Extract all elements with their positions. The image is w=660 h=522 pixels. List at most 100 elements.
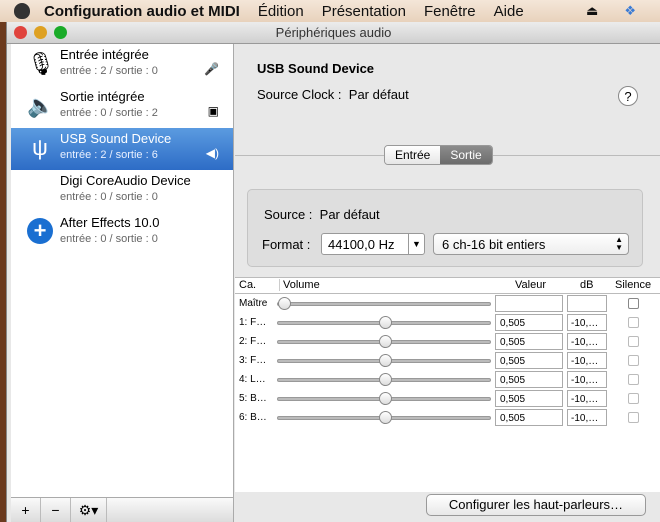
table-row: 1: F… 0,505 -10,… (235, 313, 660, 332)
device-title: USB Sound Device (257, 61, 375, 76)
volume-table: Ca. Volume Valeur dB Silence Maître 1: F… (235, 277, 660, 492)
table-header: Ca. Volume Valeur dB Silence (235, 278, 660, 294)
default-output-speaker-icon: ◀) (205, 146, 219, 160)
slider-knob[interactable] (278, 297, 291, 310)
menu-app[interactable]: Configuration audio et MIDI (44, 3, 240, 20)
add-device-button[interactable]: + (11, 498, 41, 522)
device-item[interactable]: ψ USB Sound Device entrée : 2 / sortie : 6… (11, 128, 233, 170)
minimize-button[interactable] (34, 26, 47, 39)
table-row: 2: F… 0,505 -10,… (235, 332, 660, 351)
value-field[interactable]: 0,505 (495, 352, 563, 369)
volume-slider[interactable] (277, 335, 491, 348)
tab-entree[interactable]: Entrée (385, 146, 441, 164)
sample-rate-value: 44100,0 Hz (328, 237, 395, 252)
dropbox-icon[interactable]: ❖ (624, 3, 636, 19)
speaker-icon: 🔈 (27, 93, 55, 118)
slider-knob[interactable] (379, 335, 393, 348)
col-db[interactable]: dB (580, 279, 593, 291)
value-field[interactable]: 0,505 (495, 371, 563, 388)
source-label: Source : (264, 207, 313, 222)
col-channel[interactable]: Ca. (239, 279, 256, 291)
db-field[interactable] (567, 295, 607, 312)
volume-slider[interactable] (277, 297, 491, 310)
device-name: After Effects 10.0 (60, 215, 160, 230)
table-row: 3: F… 0,505 -10,… (235, 351, 660, 370)
value-field[interactable]: 0,505 (495, 390, 563, 407)
source-clock-label: Source Clock : (257, 87, 342, 102)
format-select[interactable]: 6 ch-16 bit entiers ▲ ▼ (433, 233, 629, 255)
db-field[interactable]: -10,… (567, 314, 607, 331)
volume-slider[interactable] (277, 411, 491, 424)
mute-checkbox[interactable] (628, 355, 639, 366)
menu-presentation[interactable]: Présentation (322, 3, 406, 20)
chevron-down-icon: ▼ (408, 234, 424, 254)
channel-label: 1: F… (239, 317, 267, 328)
slider-knob[interactable] (379, 316, 393, 329)
plus-circle-icon: + (27, 218, 53, 244)
db-field[interactable]: -10,… (567, 390, 607, 407)
mute-checkbox[interactable] (628, 374, 639, 385)
eject-icon[interactable]: ⏏ (586, 3, 598, 19)
format-value: 6 ch-16 bit entiers (442, 237, 546, 252)
slider-knob[interactable] (379, 392, 393, 405)
volume-slider[interactable] (277, 392, 491, 405)
table-row: 5: B… 0,505 -10,… (235, 389, 660, 408)
channel-label: 6: B… (239, 412, 267, 423)
audio-devices-window: Périphériques audio 🎙 Entrée intégrée entr… (6, 22, 660, 522)
mute-checkbox[interactable] (628, 317, 639, 328)
apple-menu-icon[interactable] (14, 3, 30, 19)
col-value[interactable]: Valeur (515, 279, 546, 291)
value-field[interactable] (495, 295, 563, 312)
source-clock: Source Clock : Par défaut (257, 87, 409, 102)
db-field[interactable]: -10,… (567, 371, 607, 388)
device-item[interactable]: + After Effects 10.0 entrée : 0 / sortie :… (11, 212, 233, 254)
channel-label: Maître (239, 298, 268, 309)
sample-rate-select[interactable]: 44100,0 Hz ▼ (321, 233, 425, 255)
gear-menu-button[interactable]: ⚙▾ (71, 498, 107, 522)
device-detail: USB Sound Device Source Clock : Par défa… (235, 44, 660, 522)
window-title: Périphériques audio (275, 25, 392, 40)
menu-edition[interactable]: Édition (258, 3, 304, 20)
table-row: Maître (235, 294, 660, 313)
remove-device-button[interactable]: − (41, 498, 71, 522)
tab-sortie[interactable]: Sortie (440, 146, 492, 164)
slider-knob[interactable] (379, 411, 393, 424)
channel-label: 2: F… (239, 336, 267, 347)
device-item[interactable]: Digi CoreAudio Device entrée : 0 / sortie… (11, 170, 233, 212)
menu-fenetre[interactable]: Fenêtre (424, 3, 476, 20)
menu-aide[interactable]: Aide (494, 3, 524, 20)
table-row: 4: L… 0,505 -10,… (235, 370, 660, 389)
slider-knob[interactable] (379, 354, 393, 367)
configure-speakers-button[interactable]: Configurer les haut-parleurs… (426, 494, 646, 516)
help-button[interactable]: ? (618, 86, 638, 106)
device-name: Sortie intégrée (60, 89, 145, 104)
db-field[interactable]: -10,… (567, 409, 607, 426)
device-name: Entrée intégrée (60, 47, 149, 62)
channel-label: 4: L… (239, 374, 266, 385)
col-volume[interactable]: Volume (279, 279, 320, 291)
mute-checkbox[interactable] (628, 412, 639, 423)
source: Source : Par défaut (264, 207, 380, 222)
source-clock-value: Par défaut (348, 87, 409, 102)
usb-icon: ψ (32, 135, 48, 160)
channel-label: 3: F… (239, 355, 267, 366)
device-toolbar: + − ⚙▾ (11, 497, 234, 522)
device-item[interactable]: 🎙 Entrée intégrée entrée : 2 / sortie : 0 🎤 (11, 44, 233, 86)
value-field[interactable]: 0,505 (495, 409, 563, 426)
col-silence[interactable]: Silence (615, 279, 651, 291)
mute-checkbox[interactable] (628, 393, 639, 404)
volume-slider[interactable] (277, 373, 491, 386)
device-list: 🎙 Entrée intégrée entrée : 2 / sortie : 0 🎤… (11, 44, 234, 497)
device-item[interactable]: 🔈 Sortie intégrée entrée : 0 / sortie : 2 ▣ (11, 86, 233, 128)
value-field[interactable]: 0,505 (495, 314, 563, 331)
volume-slider[interactable] (277, 316, 491, 329)
db-field[interactable]: -10,… (567, 352, 607, 369)
volume-slider[interactable] (277, 354, 491, 367)
zoom-button[interactable] (54, 26, 67, 39)
db-field[interactable]: -10,… (567, 333, 607, 350)
value-field[interactable]: 0,505 (495, 333, 563, 350)
mute-checkbox[interactable] (628, 298, 639, 309)
slider-knob[interactable] (379, 373, 393, 386)
close-button[interactable] (14, 26, 27, 39)
mute-checkbox[interactable] (628, 336, 639, 347)
